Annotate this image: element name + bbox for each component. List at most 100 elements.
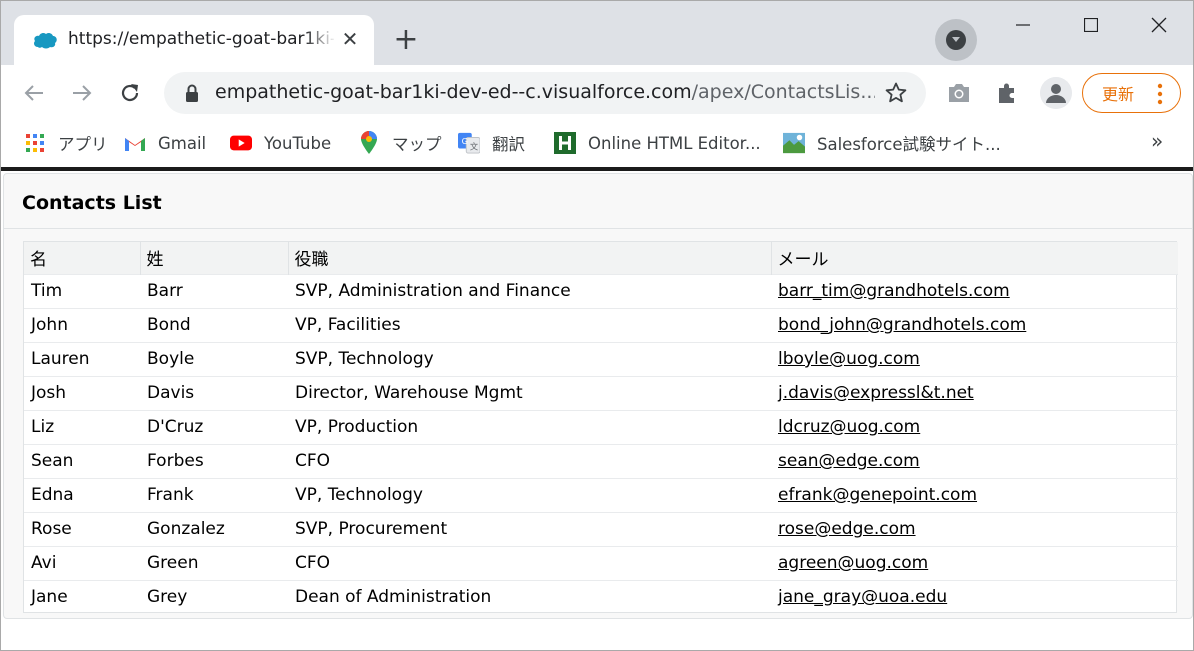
cell-last-name: Grey (140, 579, 288, 614)
arrow-right-icon (73, 85, 92, 101)
email-link[interactable]: agreen@uog.com (778, 553, 928, 573)
table-row: Josh Davis Director, Warehouse Mgmt j.davis… (24, 375, 1178, 410)
table-body: Tim Barr SVP, Administration and Finance ba… (24, 273, 1178, 614)
bookmark-maps[interactable]: マップ (358, 129, 442, 157)
table-row: Sean Forbes CFO sean@edge.com (24, 443, 1178, 478)
cell-last-name: Barr (140, 273, 288, 308)
chevron-down-icon (946, 30, 966, 50)
email-link[interactable]: bond_john@grandhotels.com (778, 315, 1026, 335)
cell-title: CFO (288, 443, 771, 478)
back-button[interactable] (18, 77, 50, 109)
divider (4, 228, 1192, 229)
table-row: Lauren Boyle SVP, Technology lboyle@uog.com (24, 341, 1178, 376)
cell-email: lboyle@uog.com (771, 341, 1178, 376)
table-header-row: 名 姓 役職 メール (24, 242, 1178, 274)
cell-last-name: Gonzalez (140, 511, 288, 546)
address-bar[interactable]: empathetic-goat-bar1ki-dev-ed--c.visualf… (164, 72, 926, 114)
cell-title: VP, Production (288, 409, 771, 444)
bookmark-label: アプリ (58, 135, 108, 154)
bookmark-label: 翻訳 (492, 135, 525, 154)
bookmarks-overflow-icon[interactable]: » (1151, 129, 1163, 153)
email-link[interactable]: barr_tim@grandhotels.com (778, 281, 1010, 301)
bookmark-translate[interactable]: G文 翻訳 (458, 129, 525, 157)
cell-first-name: Tim (24, 273, 140, 308)
profile-avatar-icon[interactable] (1040, 77, 1072, 109)
bookmark-apps[interactable]: アプリ (24, 129, 108, 157)
cell-first-name: Edna (24, 477, 140, 512)
column-header-first-name: 名 (24, 242, 141, 274)
table-row: Rose Gonzalez SVP, Procurement rose@edge.co… (24, 511, 1178, 546)
cell-last-name: Frank (140, 477, 288, 512)
star-icon[interactable] (884, 81, 908, 105)
cell-email: jane_gray@uoa.edu (771, 579, 1178, 614)
url-text[interactable]: empathetic-goat-bar1ki-dev-ed--c.visualf… (215, 81, 875, 103)
browser-toolbar: empathetic-goat-bar1ki-dev-ed--c.visualf… (1, 65, 1193, 121)
url-host: empathetic-goat-bar1ki-dev-ed--c.visualf… (215, 81, 692, 103)
minimize-button[interactable] (1003, 11, 1043, 39)
minimize-icon (1016, 24, 1030, 26)
bookmark-label: Salesforce試験サイト... (817, 135, 1001, 154)
cell-last-name: Forbes (140, 443, 288, 478)
email-link[interactable]: j.davis@expressl&t.net (778, 383, 974, 403)
browser-window: https://empathetic-goat-bar1ki-c ✕ + emp… (0, 0, 1194, 651)
tab-strip: https://empathetic-goat-bar1ki-c ✕ + (1, 1, 1193, 65)
page-content: Contacts List 名 姓 役職 メール Tim Barr SVP, A… (1, 167, 1193, 650)
youtube-icon (230, 132, 252, 154)
table-row: Jane Grey Dean of Administration jane_gray@… (24, 579, 1178, 614)
table-row: Edna Frank VP, Technology efrank@genepoint.… (24, 477, 1178, 512)
forward-button[interactable] (66, 77, 98, 109)
cell-title: Dean of Administration (288, 579, 771, 614)
arrow-left-icon (24, 85, 43, 101)
table-row: Avi Green CFO agreen@uog.com (24, 545, 1178, 580)
email-link[interactable]: sean@edge.com (778, 451, 920, 471)
cell-first-name: Avi (24, 545, 140, 580)
camera-icon[interactable] (945, 79, 973, 107)
tab-search-button[interactable] (935, 19, 977, 61)
new-tab-button[interactable]: + (389, 23, 423, 57)
cell-email: j.davis@expressl&t.net (771, 375, 1178, 410)
extensions-puzzle-icon[interactable] (993, 79, 1021, 107)
menu-kebab-icon (1157, 83, 1163, 105)
cell-email: sean@edge.com (771, 443, 1178, 478)
cell-email: efrank@genepoint.com (771, 477, 1178, 512)
cell-email: ldcruz@uog.com (771, 409, 1178, 444)
bookmark-html-editor[interactable]: Online HTML Editor... (554, 129, 761, 157)
close-window-button[interactable] (1139, 11, 1179, 39)
cell-first-name: Jane (24, 579, 140, 614)
cell-title: SVP, Administration and Finance (288, 273, 771, 308)
table-row: Liz D'Cruz VP, Production ldcruz@uog.com (24, 409, 1178, 444)
email-link[interactable]: efrank@genepoint.com (778, 485, 977, 505)
update-button[interactable]: 更新 (1082, 73, 1181, 113)
bookmark-label: マップ (392, 135, 442, 154)
email-link[interactable]: jane_gray@uoa.edu (778, 587, 947, 607)
cell-first-name: Josh (24, 375, 140, 410)
bookmark-gmail[interactable]: Gmail (124, 129, 206, 157)
cell-last-name: Boyle (140, 341, 288, 376)
update-label: 更新 (1102, 85, 1135, 104)
bookmark-salesforce-site[interactable]: Salesforce試験サイト... (783, 129, 1001, 157)
maximize-button[interactable] (1071, 11, 1111, 39)
reload-button[interactable] (114, 77, 146, 109)
cell-email: rose@edge.com (771, 511, 1178, 546)
column-header-last-name: 姓 (140, 242, 289, 274)
cell-first-name: Sean (24, 443, 140, 478)
bookmark-label: Online HTML Editor... (588, 133, 761, 153)
salesforce-site-icon (783, 132, 805, 154)
browser-tab-active[interactable]: https://empathetic-goat-bar1ki-c ✕ (14, 15, 374, 65)
tab-close-icon[interactable]: ✕ (339, 28, 361, 50)
contacts-card: Contacts List 名 姓 役職 メール Tim Barr SVP, A… (3, 173, 1193, 619)
email-link[interactable]: ldcruz@uog.com (778, 417, 920, 437)
page-title: Contacts List (22, 192, 162, 214)
tab-title: https://empathetic-goat-bar1ki-c (68, 29, 334, 49)
bookmark-label: YouTube (264, 133, 332, 153)
email-link[interactable]: lboyle@uog.com (778, 349, 920, 369)
cell-title: VP, Facilities (288, 307, 771, 342)
contacts-table: 名 姓 役職 メール Tim Barr SVP, Administration an… (24, 242, 1178, 614)
contacts-table-wrapper: 名 姓 役職 メール Tim Barr SVP, Administration an… (23, 241, 1178, 614)
email-link[interactable]: rose@edge.com (778, 519, 916, 539)
column-header-title: 役職 (288, 242, 772, 274)
cell-first-name: John (24, 307, 140, 342)
lock-icon[interactable] (182, 83, 202, 103)
cell-title: SVP, Technology (288, 341, 771, 376)
bookmark-youtube[interactable]: YouTube (230, 129, 331, 157)
